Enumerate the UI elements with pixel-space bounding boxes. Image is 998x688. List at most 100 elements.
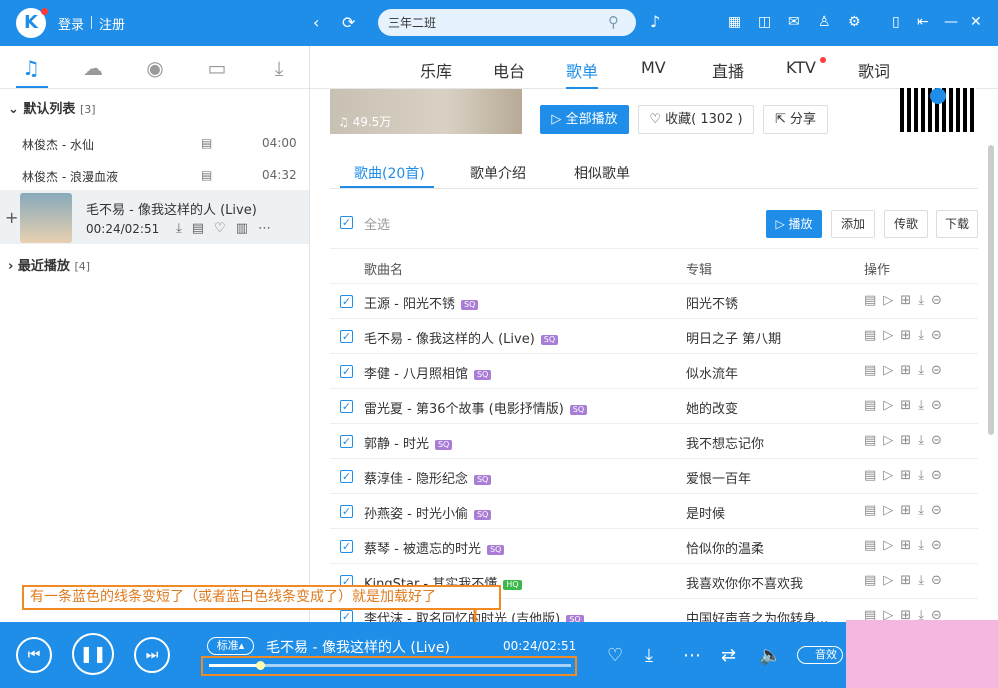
album-name[interactable]: 她的改变 (686, 398, 738, 417)
album-name[interactable]: 似水流年 (686, 363, 738, 382)
cloud-tab-icon[interactable]: ☁ (78, 56, 108, 80)
song-title[interactable]: 蔡淳佳 - 隐形纪念 SQ (364, 468, 492, 487)
play-icon[interactable]: ▷ (883, 363, 900, 378)
share-button[interactable]: ⇱ 分享 (763, 105, 828, 134)
row-checkbox[interactable]: ✓ (340, 540, 353, 553)
album-name[interactable]: 我喜欢你你不喜欢我 (686, 573, 803, 592)
play-icon[interactable]: ▷ (883, 433, 900, 448)
download-button[interactable]: 下载 (936, 210, 978, 238)
subtab-similar[interactable]: 相似歌单 (574, 163, 630, 183)
play-icon[interactable]: ▷ (883, 293, 900, 308)
row-checkbox[interactable]: ✓ (340, 295, 353, 308)
add-icon[interactable]: ⊞ (900, 363, 918, 378)
download-icon[interactable]: ⤓ (918, 293, 931, 308)
add-icon[interactable]: ⊞ (900, 573, 918, 588)
mv-icon[interactable]: ▤ (864, 398, 883, 413)
favorite-button[interactable]: ♡ 收藏( 1302 ) (638, 105, 754, 134)
play-icon[interactable]: ▷ (883, 328, 900, 343)
row-checkbox[interactable]: ✓ (340, 330, 353, 343)
game-icon[interactable]: ◫ (758, 12, 771, 32)
download-tab-icon[interactable]: ⤓ (264, 56, 294, 80)
download-icon[interactable]: ⤓ (918, 503, 931, 518)
tab-live[interactable]: 直播 (712, 58, 744, 82)
tab-mv[interactable]: MV (641, 58, 666, 77)
mail-icon[interactable]: ✉ (788, 12, 800, 32)
add-icon[interactable]: + (5, 208, 18, 227)
back-icon[interactable]: ‹ (313, 13, 319, 33)
send-button[interactable]: 传歌 (884, 210, 928, 238)
more-icon[interactable]: ⊝ (931, 293, 949, 308)
tab-library[interactable]: 乐库 (420, 58, 452, 82)
radio-tab-icon[interactable]: ◉ (140, 56, 170, 80)
mv-icon[interactable]: ▤ (201, 168, 212, 182)
quality-selector[interactable]: 标准▴ (207, 637, 254, 655)
more-icon[interactable]: ⊝ (931, 363, 949, 378)
refresh-icon[interactable]: ⟳ (342, 13, 355, 33)
play-icon[interactable]: ▷ (883, 538, 900, 553)
mv-icon[interactable]: ▤ (864, 328, 883, 343)
heart-icon[interactable]: ♡ (214, 221, 236, 236)
row-checkbox[interactable]: ✓ (340, 505, 353, 518)
microphone-icon[interactable]: ♪ (650, 12, 660, 32)
song-title[interactable]: 孙燕姿 - 时光小偷 SQ (364, 503, 492, 522)
music-tab-icon[interactable]: ♫ (16, 56, 46, 80)
more-icon[interactable]: ⊝ (931, 538, 949, 553)
add-button[interactable]: 添加 (831, 210, 875, 238)
download-icon[interactable]: ⤓ (645, 645, 653, 666)
download-icon[interactable]: ⤓ (918, 328, 931, 343)
subtab-intro[interactable]: 歌单介绍 (470, 163, 526, 183)
more-icon[interactable]: ⊝ (931, 573, 949, 588)
pause-icon[interactable]: ❚❚ (72, 633, 114, 675)
album-name[interactable]: 是时候 (686, 503, 725, 522)
song-title[interactable]: 李健 - 八月照相馆 SQ (364, 363, 492, 382)
add-icon[interactable]: ⊞ (900, 293, 918, 308)
sidebar-song-title[interactable]: 林俊杰 - 水仙 (22, 136, 94, 153)
play-button[interactable]: ▷ 播放 (766, 210, 822, 238)
minimize-icon[interactable]: — (944, 12, 958, 32)
more-icon[interactable]: ⊝ (931, 328, 949, 343)
heart-icon[interactable]: ♡ (607, 645, 623, 666)
album-name[interactable]: 爱恨一百年 (686, 468, 751, 487)
mv-icon[interactable]: ▤ (864, 503, 883, 518)
scrollbar[interactable] (988, 145, 994, 435)
row-checkbox[interactable]: ✓ (340, 365, 353, 378)
device-tab-icon[interactable]: ▭ (202, 56, 232, 80)
mv-icon[interactable]: ▤ (864, 538, 883, 553)
play-icon[interactable]: ▷ (883, 573, 900, 588)
more-icon[interactable]: ⊝ (931, 433, 949, 448)
more-icon[interactable]: ⋯ (683, 645, 701, 666)
mv-icon[interactable]: ▤ (201, 136, 212, 150)
mv-icon[interactable]: ▤ (864, 433, 883, 448)
download-icon[interactable]: ⤓ (918, 573, 931, 588)
add-icon[interactable]: ⊞ (900, 468, 918, 483)
song-title[interactable]: 郭静 - 时光 SQ (364, 433, 453, 452)
mini-mode-icon[interactable]: ▯ (892, 12, 900, 32)
add-icon[interactable]: ⊞ (900, 328, 918, 343)
play-icon[interactable]: ▷ (883, 468, 900, 483)
login-link[interactable]: 登录 (58, 14, 84, 33)
register-link[interactable]: 注册 (99, 14, 125, 33)
more-icon[interactable]: ⋯ (258, 221, 281, 236)
more-icon[interactable]: ⊝ (931, 503, 949, 518)
download-icon[interactable]: ⤓ (918, 468, 931, 483)
download-icon[interactable]: ⤓ (918, 538, 931, 553)
play-icon[interactable]: ▷ (883, 503, 900, 518)
row-checkbox[interactable]: ✓ (340, 435, 353, 448)
search-icon[interactable]: ⚲ (608, 12, 619, 32)
mv-icon[interactable]: ▤ (864, 363, 883, 378)
mv-icon[interactable]: ▤ (864, 468, 883, 483)
song-title[interactable]: 蔡琴 - 被遗忘的时光 SQ (364, 538, 505, 557)
select-all-checkbox[interactable]: ✓ (340, 216, 353, 229)
song-title[interactable]: 王源 - 阳光不锈 SQ (364, 293, 479, 312)
mv-icon[interactable]: ▤ (192, 221, 214, 236)
tab-radio[interactable]: 电台 (493, 58, 525, 82)
song-title[interactable]: 雷光夏 - 第36个故事 (电影抒情版) SQ (364, 398, 588, 417)
tab-ktv[interactable]: KTV (786, 58, 816, 77)
delete-icon[interactable]: ▥ (236, 221, 258, 236)
album-name[interactable]: 阳光不锈 (686, 293, 738, 312)
play-all-button[interactable]: ▷ 全部播放 (540, 105, 629, 134)
loop-icon[interactable]: ⇄ (721, 645, 736, 666)
subtab-songs[interactable]: 歌曲(20首) (354, 163, 425, 183)
download-icon[interactable]: ⤓ (918, 433, 931, 448)
add-icon[interactable]: ⊞ (900, 433, 918, 448)
